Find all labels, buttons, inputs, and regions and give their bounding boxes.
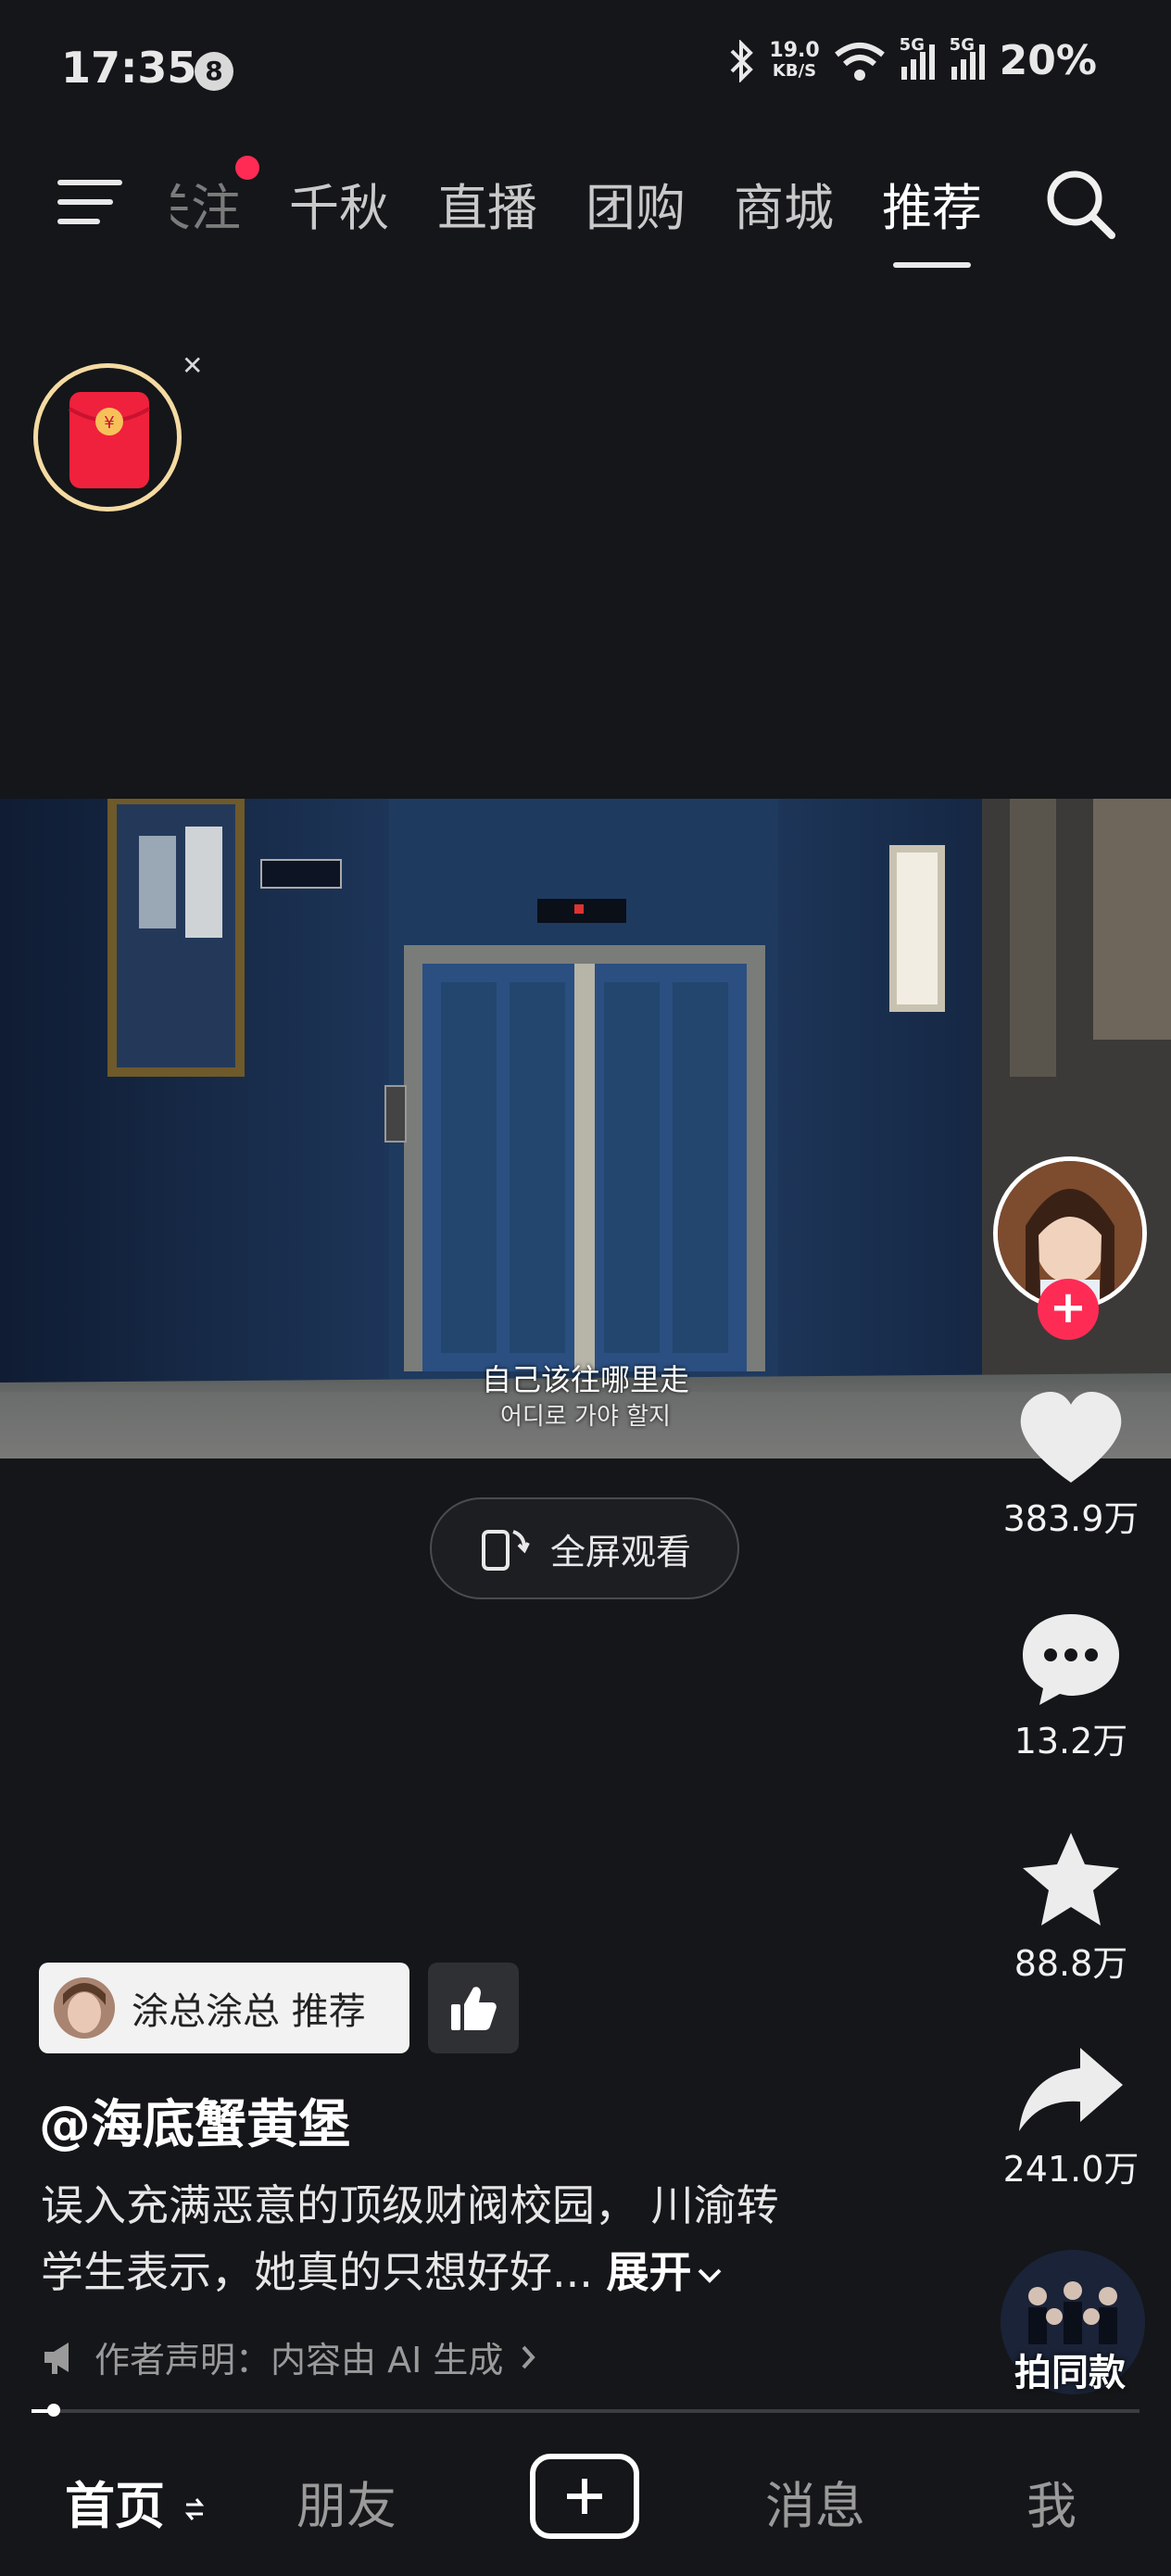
favorite-count: 88.8万 <box>1014 1943 1128 1984</box>
network-speed-value: 19.0 <box>769 38 820 62</box>
expand-button[interactable]: 展开 <box>607 2247 724 2297</box>
unread-dot <box>235 156 259 180</box>
ai-disclosure[interactable]: 作者声明：内容由 AI 生成 <box>41 2331 538 2382</box>
like-button[interactable]: 383.9万 <box>978 1390 1164 1541</box>
red-packet-widget[interactable]: ¥ <box>33 363 182 511</box>
fullscreen-label: 全屏观看 <box>549 1531 691 1572</box>
description-line-2: 学生表示，她真的只想好好... 展开 <box>41 2239 930 2305</box>
post-description: 误入充满恶意的顶级财阀校园， 川渝转 学生表示，她真的只想好好... 展开 <box>41 2172 930 2305</box>
tab-mall[interactable]: 商城 <box>710 167 858 240</box>
video-progress-knob[interactable] <box>46 2404 60 2417</box>
status-time: 17:35 <box>61 43 197 93</box>
notification-count-badge: 8 <box>195 52 233 91</box>
ai-disclosure-text: 作者声明：内容由 AI 生成 <box>94 2340 504 2380</box>
fullscreen-button[interactable]: 全屏观看 <box>430 1497 739 1599</box>
expand-label: 展开 <box>606 2247 692 2297</box>
author-handle[interactable]: @海底蟹黄堡 <box>39 2083 350 2158</box>
tab-messages-label: 消息 <box>765 2477 865 2535</box>
close-icon[interactable]: ✕ <box>182 350 203 381</box>
follow-button[interactable]: + <box>1038 1279 1099 1340</box>
menu-icon[interactable] <box>57 176 124 228</box>
network-speed-unit: KB/S <box>772 60 817 81</box>
tab-mall-label: 商城 <box>734 179 834 237</box>
cell-signal-1: 5G <box>900 35 937 82</box>
active-tab-indicator <box>893 262 971 268</box>
like-count: 383.9万 <box>1002 1498 1140 1539</box>
tab-friends[interactable]: 朋友 <box>296 2465 397 2538</box>
recommender-chip[interactable]: 涂总涂总 推荐 <box>39 1963 409 2053</box>
comment-button[interactable]: 13.2万 <box>978 1609 1164 1763</box>
description-line-1: 误入充满恶意的顶级财阀校园， 川渝转 <box>41 2180 779 2230</box>
comment-count: 13.2万 <box>1014 1721 1128 1762</box>
tab-friends-label: 朋友 <box>296 2477 397 2535</box>
top-nav-tabs: 关注 千秋 直播 团购 商城 推荐 <box>156 156 1006 268</box>
heart-icon <box>1020 1392 1122 1483</box>
rotate-screen-icon <box>481 1530 530 1571</box>
tab-following[interactable]: 关注 <box>156 156 265 240</box>
signal-label-2: 5G <box>949 34 975 55</box>
chevron-right-icon <box>522 2345 536 2368</box>
signal-label-1: 5G <box>899 34 925 55</box>
share-arrow-icon <box>1019 2048 1123 2131</box>
recommender-avatar <box>54 1977 115 2039</box>
tab-live-label: 直播 <box>437 179 537 237</box>
tab-recommended-label: 推荐 <box>882 179 982 237</box>
cell-signal-2: 5G <box>950 35 987 82</box>
red-envelope-icon: ¥ <box>68 392 151 488</box>
star-icon <box>1023 1833 1119 1926</box>
network-speed: 19.0 KB/S <box>769 38 820 82</box>
comment-icon <box>1023 1614 1119 1705</box>
description-text: 学生表示，她真的只想好好... <box>41 2247 607 2297</box>
tab-recommended[interactable]: 推荐 <box>858 167 1006 268</box>
video-progress-track[interactable] <box>31 2409 1140 2413</box>
tab-group-buy[interactable]: 团购 <box>561 167 710 240</box>
tab-group-buy-label: 团购 <box>586 179 686 237</box>
recommend-like-button[interactable] <box>428 1963 519 2053</box>
share-count: 241.0万 <box>1002 2149 1140 2190</box>
create-post-button[interactable] <box>530 2454 639 2539</box>
svg-text:¥: ¥ <box>104 413 114 433</box>
search-icon[interactable] <box>1041 165 1119 243</box>
tab-home-label: 首页 <box>65 2477 165 2535</box>
tab-me-label: 我 <box>1026 2477 1077 2535</box>
favorite-button[interactable]: 88.8万 <box>978 1829 1164 1986</box>
tab-qianqiu[interactable]: 千秋 <box>265 167 413 240</box>
tab-me[interactable]: 我 <box>1026 2465 1077 2538</box>
tab-home[interactable]: 首页 <box>65 2465 207 2538</box>
swap-arrows-icon <box>184 2498 205 2521</box>
chevron-down-icon <box>698 2268 721 2283</box>
same-style-label[interactable]: 拍同款 <box>982 2342 1158 2396</box>
plus-icon <box>567 2479 602 2514</box>
bluetooth-icon <box>730 39 754 82</box>
share-button[interactable]: 241.0万 <box>978 2044 1164 2191</box>
tab-qianqiu-label: 千秋 <box>289 179 389 237</box>
megaphone-icon <box>44 2342 69 2374</box>
thumbs-up-icon <box>451 1987 497 2030</box>
recommender-label: 涂总涂总 推荐 <box>132 1990 366 2033</box>
status-indicators: 19.0 KB/S 5G 5G 20% <box>728 35 1097 84</box>
tab-live[interactable]: 直播 <box>413 167 561 240</box>
tab-following-label: 关注 <box>141 179 241 237</box>
battery-level: 20% <box>999 37 1097 84</box>
wifi-icon <box>834 42 885 81</box>
recommender-avatar-image <box>54 1977 115 2039</box>
tab-messages[interactable]: 消息 <box>765 2465 865 2538</box>
